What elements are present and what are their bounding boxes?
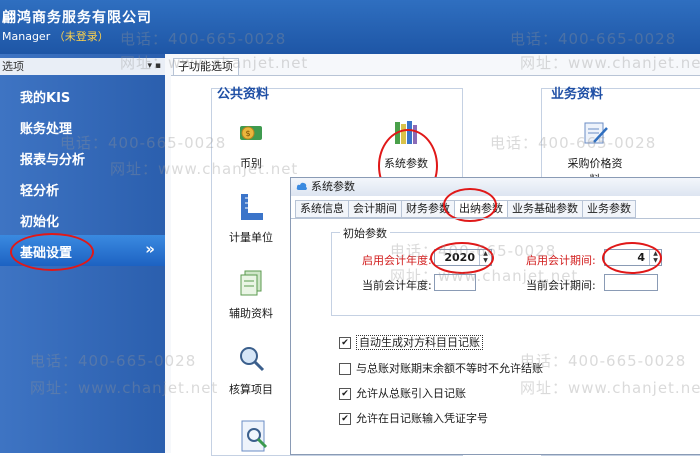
sidebar-header-label: 选项 (2, 60, 24, 73)
checkbox-unchecked[interactable] (339, 363, 351, 375)
app-title: 翩鸿商务服务有限公司 (2, 10, 152, 26)
sidebar: 选项 ▾ ▪ 我的KIS 账务处理 报表与分析 轻分析 初始化 基础设置 » (0, 54, 165, 453)
sidebar-item-label: 初始化 (20, 215, 60, 230)
tab-business-params[interactable]: 业务参数 (582, 200, 636, 218)
annotation-circle (430, 242, 494, 274)
tile-label: 辅助资料 (229, 307, 273, 320)
section-public-data: 公共资料 (217, 87, 270, 102)
start-year-label: 启用会计年度: (362, 254, 432, 267)
cloud-icon (296, 182, 307, 190)
start-period-label: 启用会计期间: (526, 254, 596, 267)
system-parameters-dialog: 系统参数 系统信息 会计期间 财务参数 出纳参数 业务基础参数 业务参数 初始参数 启用会… (290, 177, 700, 455)
section-business-data: 业务资料 (551, 87, 604, 102)
sidebar-item-accounting[interactable]: 账务处理 (0, 111, 165, 142)
document-pen-icon (584, 122, 608, 144)
ruler-icon (241, 194, 263, 220)
option-label: 允许从总账引入日记账 (356, 387, 466, 400)
option-auto-generate-journal[interactable]: ✔ 自动生成对方科目日记账 (339, 334, 483, 350)
tile-currency[interactable]: $ 币别 (219, 118, 283, 171)
annotation-circle (443, 188, 497, 222)
group-title: 初始参数 (340, 225, 390, 241)
tile-label: 计量单位 (229, 231, 273, 244)
annotation-circle (602, 242, 662, 274)
sidebar-item-my-kis[interactable]: 我的KIS (0, 80, 165, 111)
app-role: Manager (2, 30, 51, 43)
tab-accounting-period[interactable]: 会计期间 (348, 200, 402, 218)
option-label: 与总账对账期末余额不等时不允许结账 (356, 362, 543, 375)
tile-accounting-items[interactable]: 核算项目 (219, 344, 283, 397)
sidebar-item-label: 报表与分析 (20, 153, 86, 168)
dialog-body: 初始参数 启用会计年度: 2020 ▲ ▼ 启用会计期间: 4 ▲ ▼ 当前会计年度… (291, 218, 700, 455)
checkbox-checked[interactable]: ✔ (339, 337, 351, 349)
svg-text:$: $ (245, 129, 250, 138)
current-period-field[interactable] (604, 274, 658, 291)
coin-icon: $ (240, 126, 262, 140)
sidebar-item-reports[interactable]: 报表与分析 (0, 142, 165, 173)
dialog-title-bar: 系统参数 (291, 178, 700, 196)
sidebar-item-label: 轻分析 (20, 184, 60, 199)
option-block-closing-on-mismatch[interactable]: 与总账对账期末余额不等时不允许结账 (339, 360, 543, 376)
current-year-label: 当前会计年度: (362, 279, 432, 292)
chart-document-icon (241, 420, 268, 452)
tile-measurement-unit[interactable]: 计量单位 (219, 192, 283, 245)
checkbox-checked[interactable]: ✔ (339, 388, 351, 400)
title-bar: 翩鸿商务服务有限公司 Manager （未登录） (0, 0, 700, 54)
checkbox-checked[interactable]: ✔ (339, 413, 351, 425)
tile-auxiliary-data[interactable]: 辅助资料 (219, 268, 283, 321)
option-import-from-ledger[interactable]: ✔ 允许从总账引入日记账 (339, 385, 466, 401)
tab-system-info[interactable]: 系统信息 (295, 200, 349, 218)
magnifier-icon (240, 347, 265, 372)
stacked-docs-icon (240, 270, 262, 296)
sidebar-item-initialize[interactable]: 初始化 (0, 204, 165, 235)
tile-label: 核算项目 (229, 383, 273, 396)
option-voucher-number-input[interactable]: ✔ 允许在日记账输入凭证字号 (339, 410, 488, 426)
login-status: （未登录） (53, 30, 109, 43)
tile-label: 币别 (240, 157, 262, 170)
sidebar-collapse-icon[interactable]: ▾ ▪ (148, 58, 161, 75)
tab-business-basic-params[interactable]: 业务基础参数 (507, 200, 583, 218)
current-year-field[interactable] (434, 274, 476, 291)
initial-params-group: 初始参数 启用会计年度: 2020 ▲ ▼ 启用会计期间: 4 ▲ ▼ 当前会计年度… (331, 225, 700, 316)
sidebar-header: 选项 ▾ ▪ (0, 58, 165, 75)
dialog-title: 系统参数 (311, 180, 355, 193)
chevron-right-icon: » (145, 240, 155, 258)
tab-sub-functions[interactable]: 子功能选项 (173, 58, 239, 75)
app-subtitle: Manager （未登录） (2, 28, 109, 44)
sidebar-item-label: 我的KIS (20, 91, 71, 106)
sidebar-item-label: 账务处理 (20, 122, 73, 137)
annotation-circle (10, 233, 94, 271)
current-period-label: 当前会计期间: (526, 279, 596, 292)
sidebar-item-light-analysis[interactable]: 轻分析 (0, 173, 165, 204)
option-label: 允许在日记账输入凭证字号 (356, 412, 488, 425)
option-label: 自动生成对方科目日记账 (356, 335, 483, 350)
